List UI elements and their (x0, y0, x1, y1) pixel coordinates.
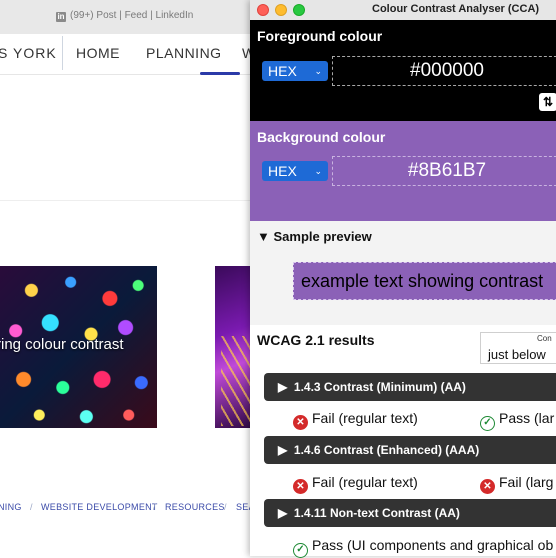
background-format-value: HEX (268, 163, 297, 179)
site-navigation: S YORK HOME PLANNING W (0, 34, 260, 75)
nav-active-indicator (200, 72, 240, 75)
background-format-select[interactable]: HEX ⌄ (262, 161, 328, 181)
content-divider (0, 200, 260, 201)
result-label: Fail (regular text) (312, 474, 418, 490)
contrast-summary-dropdown[interactable]: Con just below (480, 332, 556, 364)
result-label: Fail (regular text) (312, 410, 418, 426)
wcag-results-panel: WCAG 2.1 results Con just below ▶ 1.4.3 … (250, 325, 556, 558)
result-1-4-6-regular: ✕ Fail (regular text) (293, 474, 418, 494)
foreground-title: Foreground colour (257, 28, 383, 44)
sample-preview-area: example text showing contrast (250, 253, 556, 325)
background-hex-input[interactable]: #8B61B7 (332, 156, 556, 186)
fail-icon: ✕ (293, 415, 308, 430)
disclosure-closed-icon: ▶ (278, 443, 288, 457)
foreground-colour-panel: Foreground colour HEX ⌄ #000000 ⇅ (250, 20, 556, 121)
close-window-button[interactable] (257, 4, 269, 16)
footer-separator: / (30, 502, 33, 512)
footer-link-resources[interactable]: RESOURCES (165, 502, 225, 512)
criterion-1-4-6-toggle[interactable]: ▶ 1.4.6 Contrast (Enhanced) (AAA) (264, 436, 556, 464)
light-streak-decoration (221, 336, 251, 426)
criterion-1-4-3-toggle[interactable]: ▶ 1.4.3 Contrast (Minimum) (AA) (264, 373, 556, 401)
result-1-4-3-regular: ✕ Fail (regular text) (293, 410, 418, 430)
result-1-4-3-large: ✓ Pass (lar (480, 410, 554, 431)
cca-window: Colour Contrast Analyser (CCA) Foregroun… (250, 0, 556, 558)
wcag-results-title: WCAG 2.1 results (257, 332, 375, 348)
footer-separator: / (153, 502, 156, 512)
sample-preview-text: example text showing contrast (293, 262, 556, 300)
dropdown-label: Con (537, 334, 552, 343)
zoom-window-button[interactable] (293, 4, 305, 16)
footer-separator: / (224, 502, 227, 512)
result-1-4-6-large: ✕ Fail (larg (480, 474, 553, 494)
footer-link-planning[interactable]: NING (0, 502, 22, 512)
disclosure-open-icon: ▼ (257, 229, 270, 244)
fail-icon: ✕ (293, 479, 308, 494)
footer-link-website-development[interactable]: WEBSITE DEVELOPMENT (41, 502, 158, 512)
result-label: Pass (UI components and graphical ob (312, 537, 554, 553)
sample-preview-title: Sample preview (273, 229, 372, 244)
window-title: Colour Contrast Analyser (CCA) (372, 3, 540, 15)
criterion-title: ▶ 1.4.6 Contrast (Enhanced) (AAA) (278, 443, 479, 457)
sample-preview-label: ▼ Sample preview (257, 229, 372, 244)
browser-tab-bar: in (99+) Post | Feed | LinkedIn (0, 0, 260, 35)
disclosure-closed-icon: ▶ (278, 380, 288, 394)
result-label: Fail (larg (499, 474, 554, 490)
foreground-hex-input[interactable]: #000000 (332, 56, 556, 86)
criterion-title: ▶ 1.4.11 Non-text Contrast (AA) (278, 506, 460, 520)
nav-item-planning[interactable]: PLANNING (146, 45, 222, 61)
bokeh-lights-image[interactable]: ring colour contrast (0, 266, 157, 428)
dropdown-value: just below (488, 347, 546, 362)
criterion-1-4-11-toggle[interactable]: ▶ 1.4.11 Non-text Contrast (AA) (264, 499, 556, 527)
browser-tab[interactable]: in (99+) Post | Feed | LinkedIn (56, 10, 193, 22)
pass-icon: ✓ (480, 416, 495, 431)
criterion-1-4-6-title: 1.4.6 Contrast (Enhanced) (AAA) (293, 443, 480, 457)
criterion-1-4-3-title: 1.4.3 Contrast (Minimum) (AA) (293, 380, 466, 394)
background-colour-panel: Background colour HEX ⌄ #8B61B7 (250, 121, 556, 221)
result-1-4-11-ui: ✓ Pass (UI components and graphical ob (293, 537, 553, 558)
criterion-title: ▶ 1.4.3 Contrast (Minimum) (AA) (278, 380, 466, 394)
browser-tab-title: (99+) Post | Feed | LinkedIn (70, 10, 194, 21)
minimize-window-button[interactable] (275, 4, 287, 16)
foreground-format-select[interactable]: HEX ⌄ (262, 61, 328, 81)
disclosure-closed-icon: ▶ (278, 506, 288, 520)
result-label: Pass (lar (499, 410, 555, 426)
chevron-down-icon: ⌄ (314, 66, 322, 76)
fail-icon: ✕ (480, 479, 495, 494)
chevron-down-icon: ⌄ (314, 166, 322, 176)
swap-colours-icon[interactable]: ⇅ (539, 93, 556, 111)
site-brand[interactable]: S YORK (0, 45, 57, 61)
browser-window: in (99+) Post | Feed | LinkedIn S YORK HO… (0, 0, 260, 556)
nav-item-home[interactable]: HOME (76, 45, 120, 61)
foreground-format-value: HEX (268, 63, 297, 79)
criterion-1-4-11-title: 1.4.11 Non-text Contrast (AA) (293, 506, 460, 520)
hero-caption: ring colour contrast (0, 336, 124, 353)
nav-separator (62, 36, 63, 70)
background-title: Background colour (257, 129, 386, 145)
sample-preview-toggle[interactable]: ▼ Sample preview (250, 221, 556, 253)
window-titlebar[interactable]: Colour Contrast Analyser (CCA) (250, 0, 556, 21)
linkedin-icon: in (56, 12, 66, 22)
